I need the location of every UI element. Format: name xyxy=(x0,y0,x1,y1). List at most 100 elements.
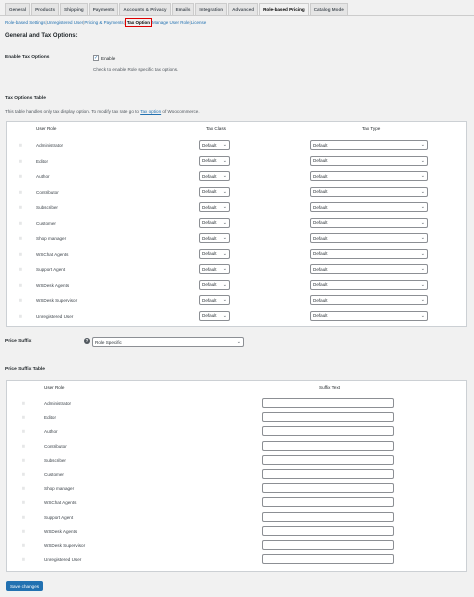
drag-handle-icon[interactable]: ⠿ xyxy=(22,401,25,406)
suffix-text-input[interactable] xyxy=(262,540,394,550)
subnav-license[interactable]: License xyxy=(191,20,207,25)
table-row-role: Editor xyxy=(36,158,49,164)
drag-handle-icon[interactable]: ⠿ xyxy=(19,159,22,164)
tax-class-select[interactable]: Default ⌄ xyxy=(199,171,230,181)
tax-class-select[interactable]: Default ⌄ xyxy=(199,202,230,212)
table-row-role: Support Agent xyxy=(44,514,74,520)
tax-class-select[interactable]: Default ⌄ xyxy=(199,233,230,243)
drag-handle-icon[interactable]: ⠿ xyxy=(22,500,25,505)
chevron-down-icon: ⌄ xyxy=(222,281,227,288)
suffix-text-input[interactable] xyxy=(262,554,394,565)
suffix-text-input[interactable] xyxy=(262,412,394,423)
tax-class-select[interactable]: Default ⌄ xyxy=(199,248,230,259)
tax-class-select[interactable]: Default ⌄ xyxy=(199,140,230,150)
drag-handle-icon[interactable]: ⠿ xyxy=(22,557,25,562)
tabs-divider xyxy=(0,15,474,16)
drag-handle-icon[interactable]: ⠿ xyxy=(22,543,25,548)
suffix-text-input[interactable] xyxy=(262,511,394,522)
tax-type-value: Default xyxy=(313,313,328,318)
enable-tax-checkbox[interactable]: ✓ xyxy=(93,55,99,61)
subnav-manage-user-role[interactable]: Manage User Role xyxy=(152,20,190,25)
subnav-tax-option[interactable]: Tax Option xyxy=(124,18,152,27)
drag-handle-icon[interactable]: ⠿ xyxy=(22,429,25,434)
tab-integration[interactable]: Integration xyxy=(195,3,228,15)
question-icon[interactable]: ? xyxy=(84,338,90,344)
tax-type-select[interactable]: Default ⌄ xyxy=(310,279,428,290)
tax-type-select[interactable]: Default ⌄ xyxy=(310,233,428,243)
tax-type-select[interactable]: Default ⌄ xyxy=(310,264,428,274)
tax-class-select[interactable]: Default ⌄ xyxy=(199,186,230,197)
drag-handle-icon[interactable]: ⠿ xyxy=(22,529,25,534)
suffix-text-input[interactable] xyxy=(262,454,394,465)
drag-handle-icon[interactable]: ⠿ xyxy=(19,143,22,148)
chevron-down-icon: ⌄ xyxy=(420,281,425,288)
settings-tabs: General Products Shipping Payments Accounts … xyxy=(5,3,348,15)
chevron-down-icon: ⌄ xyxy=(420,219,425,226)
drag-handle-icon[interactable]: ⠿ xyxy=(19,190,22,195)
drag-handle-icon[interactable]: ⠿ xyxy=(19,236,22,241)
drag-handle-icon[interactable]: ⠿ xyxy=(19,174,22,179)
suffix-text-input[interactable] xyxy=(262,398,394,408)
tab-general[interactable]: General xyxy=(5,3,31,15)
tax-type-select[interactable]: Default ⌄ xyxy=(310,155,428,166)
subnav-pricing-payments[interactable]: Pricing & Payments xyxy=(84,20,123,25)
suffix-text-input[interactable] xyxy=(262,497,394,508)
table-row-role: Contributor xyxy=(36,189,59,195)
suffix-text-input[interactable] xyxy=(262,525,394,536)
drag-handle-icon[interactable]: ⠿ xyxy=(22,472,25,477)
drag-handle-icon[interactable]: ⠿ xyxy=(19,205,22,210)
tax-class-select[interactable]: Default ⌄ xyxy=(199,310,230,321)
tax-type-select[interactable]: Default ⌄ xyxy=(310,140,428,150)
tax-class-value: Default xyxy=(202,173,217,179)
tab-payments[interactable]: Payments xyxy=(88,3,119,15)
drag-handle-icon[interactable]: ⠿ xyxy=(19,267,22,272)
tax-class-select[interactable]: Default ⌄ xyxy=(199,264,230,274)
drag-handle-icon[interactable]: ⠿ xyxy=(19,252,22,257)
suffix-text-input[interactable] xyxy=(262,469,394,479)
drag-handle-icon[interactable]: ⠿ xyxy=(22,486,25,491)
drag-handle-icon[interactable]: ⠿ xyxy=(19,314,22,319)
tax-type-select[interactable]: Default ⌄ xyxy=(310,202,428,212)
chevron-down-icon: ⌄ xyxy=(420,173,425,179)
tax-type-value: Default xyxy=(313,142,328,148)
suffix-text-input[interactable] xyxy=(262,440,394,451)
table-row-role: Shop manager xyxy=(44,486,75,492)
tab-accounts-privacy[interactable]: Accounts & Privacy xyxy=(119,3,171,15)
page-heading: General and Tax Options: xyxy=(5,33,78,39)
save-changes-button[interactable]: Save changes xyxy=(6,581,43,591)
table-row-role: Shop manager xyxy=(36,236,67,241)
suffix-text-input[interactable] xyxy=(262,483,394,494)
subnav-role-based-settings[interactable]: Role-based Settings xyxy=(5,20,46,25)
tax-class-select[interactable]: Default ⌄ xyxy=(199,295,230,305)
tab-advanced[interactable]: Advanced xyxy=(228,3,259,15)
tax-class-select[interactable]: Default ⌄ xyxy=(199,217,230,228)
tab-catalog-mode[interactable]: Catalog Mode xyxy=(309,3,348,15)
chevron-down-icon: ⌄ xyxy=(420,312,425,319)
table-row-role: Unregistered User xyxy=(36,313,74,319)
drag-handle-icon[interactable]: ⠿ xyxy=(19,298,22,303)
chevron-down-icon: ⌄ xyxy=(420,266,425,272)
tax-type-select[interactable]: Default ⌄ xyxy=(310,310,428,321)
tax-type-select[interactable]: Default ⌄ xyxy=(310,248,428,259)
drag-handle-icon[interactable]: ⠿ xyxy=(22,444,25,449)
tax-type-select[interactable]: Default ⌄ xyxy=(310,295,428,305)
tax-type-select[interactable]: Default ⌄ xyxy=(310,171,428,181)
tax-type-select[interactable]: Default ⌄ xyxy=(310,186,428,197)
drag-handle-icon[interactable]: ⠿ xyxy=(19,221,22,226)
tab-products[interactable]: Products xyxy=(31,3,60,15)
drag-handle-icon[interactable]: ⠿ xyxy=(22,515,25,520)
subnav-unregistered-user[interactable]: Unregistered User xyxy=(47,20,84,25)
tab-role-based-pricing[interactable]: Role-based Pricing xyxy=(259,3,309,15)
tax-class-select[interactable]: Default ⌄ xyxy=(199,155,230,166)
drag-handle-icon[interactable]: ⠿ xyxy=(22,415,25,420)
table-row-role: Editor xyxy=(44,415,57,421)
price-suffix-select[interactable]: Role Specific ⌄ xyxy=(92,337,244,347)
suffix-text-input[interactable] xyxy=(262,426,394,437)
tax-option-link[interactable]: Tax option xyxy=(140,109,161,114)
tab-shipping[interactable]: Shipping xyxy=(60,3,88,15)
tax-type-select[interactable]: Default ⌄ xyxy=(310,217,428,228)
tab-emails[interactable]: Emails xyxy=(171,3,195,15)
tax-class-select[interactable]: Default ⌄ xyxy=(199,279,230,290)
drag-handle-icon[interactable]: ⠿ xyxy=(19,283,22,288)
drag-handle-icon[interactable]: ⠿ xyxy=(22,458,25,463)
